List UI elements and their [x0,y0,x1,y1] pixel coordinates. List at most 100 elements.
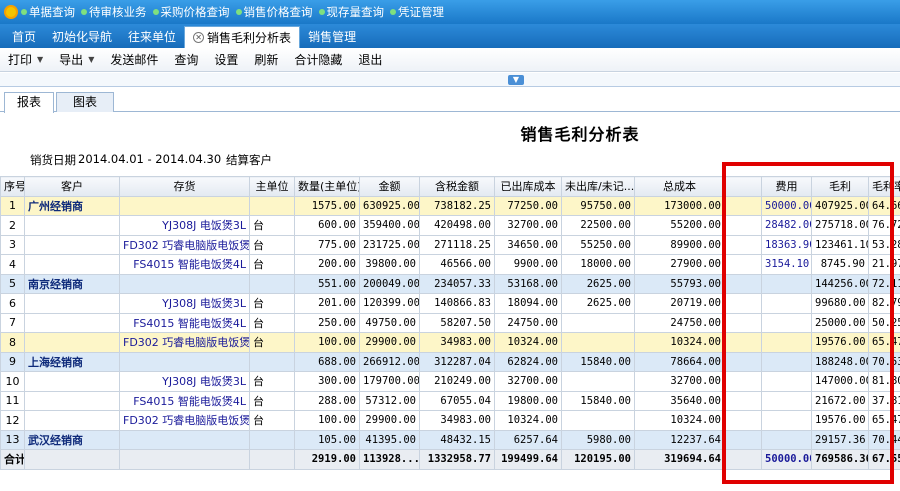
print-button[interactable]: 打印 ▼ [0,51,51,68]
table-cell: 200.00 [294,254,360,275]
table-cell: 199499.64 [494,449,562,470]
table-cell: 台 [249,293,295,314]
table-row[interactable]: 9 上海经销商 688.00 266912.00 312287.04 62824.00 15… [0,351,900,372]
table-cell: 1 [0,195,25,216]
tab-2[interactable]: 往来单位 [120,26,184,48]
table-cell: 7 [0,312,25,333]
table-cell [24,312,120,333]
table-cell: 3154.10 [761,254,812,275]
tab-report[interactable]: 报表 [4,92,54,113]
column-header[interactable]: 毛利率 [868,176,900,197]
table-cell: 21.97 [868,254,900,275]
table-cell: 10324.00 [634,332,725,353]
refresh-button[interactable]: 刷新 [246,51,286,68]
table-cell: 231725.00 [359,234,420,255]
column-header[interactable]: 未出库/未记... [561,176,635,197]
table-cell: 34650.00 [494,234,562,255]
quick-link-1[interactable]: 待审核业务 [81,4,147,20]
quick-link-label: 单据查询 [29,5,75,19]
tab-chart[interactable]: 图表 [56,92,114,112]
column-header[interactable]: 金额 [359,176,420,197]
export-label: 导出 [59,53,84,67]
table-cell [119,195,250,216]
table-cell: 188248.00 [811,351,869,372]
table-cell [119,351,250,372]
hide-total-button[interactable]: 合计隐藏 [286,51,350,68]
table-cell: 210249.00 [419,371,495,392]
table-cell: 147000.00 [811,371,869,392]
table-cell: 5980.00 [561,429,635,450]
table-cell: 120195.00 [561,449,635,470]
quick-link-2[interactable]: 采购价格查询 [152,4,230,20]
table-row[interactable]: 7 FS4015 智能电饭煲4L 台 250.00 49750.00 58207.50 24… [0,312,900,333]
quick-link-3[interactable]: 销售价格查询 [235,4,313,20]
quick-access-bar: 单据查询 待审核业务 采购价格查询 销售价格查询 现存量查询 凭证管理 [0,0,900,24]
table-cell: 53.28 [868,234,900,255]
column-header[interactable]: 客户 [24,176,120,197]
column-header[interactable] [724,176,762,197]
table-cell: 70.44 [868,429,900,450]
view-tabs: 报表 图表 [0,90,900,113]
quick-link-label: 待审核业务 [89,5,147,19]
column-header[interactable]: 含税金额 [419,176,495,197]
column-header[interactable]: 毛利 [811,176,869,197]
table-row[interactable]: 4 FS4015 智能电饭煲4L 台 200.00 39800.00 46566.00 99… [0,254,900,275]
table-row[interactable]: 11 FS4015 智能电饭煲4L 台 288.00 57312.00 67055.04 1… [0,390,900,411]
table-cell [761,273,812,294]
sun-logo-icon [3,4,19,20]
table-cell [724,390,762,411]
settings-button[interactable]: 设置 [206,51,246,68]
table-row[interactable]: 12 FD302 巧睿电脑版电饭煲4L 台 100.00 29900.00 34983.0… [0,410,900,431]
table-cell: 27900.00 [634,254,725,275]
query-button[interactable]: 查询 [166,51,206,68]
table-cell: 312287.04 [419,351,495,372]
table-cell: 738182.25 [419,195,495,216]
table-cell: 41395.00 [359,429,420,450]
tab-3[interactable]: ✕ 销售毛利分析表 [184,26,301,48]
table-row[interactable]: 5 南京经销商 551.00 200049.00 234057.33 53168.00 26… [0,273,900,294]
export-button[interactable]: 导出 ▼ [51,51,102,68]
table-cell [249,429,295,450]
quick-link-0[interactable]: 单据查询 [21,4,75,20]
table-row[interactable]: 2 YJ308J 电饭煲3L 台 600.00 359400.00 420498.00 32… [0,215,900,236]
total-row[interactable]: 合计 2919.00 113928... 1332958.77 199499.64 120… [0,449,900,470]
tab-1[interactable]: 初始化导航 [44,26,120,48]
table-cell: 台 [249,254,295,275]
column-header[interactable]: 主单位 [249,176,295,197]
tab-4[interactable]: 销售管理 [300,26,364,48]
tab-bar: 首页 初始化导航 往来单位 ✕ 销售毛利分析表 销售管理 [0,24,900,48]
exit-button[interactable]: 退出 [350,51,390,68]
table-row[interactable]: 3 FD302 巧睿电脑版电饭煲4L 台 775.00 231725.00 271118.… [0,234,900,255]
table-cell: 266912.00 [359,351,420,372]
table-cell: 630925.00 [359,195,420,216]
table-cell [761,312,812,333]
quick-link-4[interactable]: 现存量查询 [318,4,384,20]
table-row[interactable]: 8 FD302 巧睿电脑版电饭煲4L 台 100.00 29900.00 34983.00… [0,332,900,353]
column-header[interactable]: 费用 [761,176,812,197]
close-tab-icon[interactable]: ✕ [193,32,205,43]
table-cell: 50.25 [868,312,900,333]
send-mail-button[interactable]: 发送邮件 [102,51,166,68]
caret-down-icon: ▼ [37,55,44,64]
table-cell: 200049.00 [359,273,420,294]
tab-label: 往来单位 [128,30,177,44]
table-cell: 77250.00 [494,195,562,216]
table-cell [24,234,120,255]
column-header[interactable]: 总成本 [634,176,725,197]
table-row[interactable]: 13 武汉经销商 105.00 41395.00 48432.15 6257.64 5980… [0,429,900,450]
table-row[interactable]: 6 YJ308J 电饭煲3L 台 201.00 120399.00 140866.83 18… [0,293,900,314]
quick-link-5[interactable]: 凭证管理 [390,4,444,20]
table-row[interactable]: 1 广州经销商 1575.00 630925.00 738182.25 77250.00 9… [0,195,900,216]
table-cell: 37.81 [868,390,900,411]
column-header[interactable]: 序号 [0,176,25,197]
tab-0[interactable]: 首页 [4,26,44,48]
column-header[interactable]: 已出库成本 [494,176,562,197]
expand-filter-icon[interactable]: ▼ [508,75,524,85]
bullet-icon [21,9,27,15]
column-header[interactable]: 存货 [119,176,250,197]
table-cell: 105.00 [294,429,360,450]
column-header[interactable]: 数量(主单位) [294,176,360,197]
table-cell: 24750.00 [634,312,725,333]
table-row[interactable]: 10 YJ308J 电饭煲3L 台 300.00 179700.00 210249.00 3… [0,371,900,392]
table-cell: FS4015 智能电饭煲4L [119,254,250,275]
